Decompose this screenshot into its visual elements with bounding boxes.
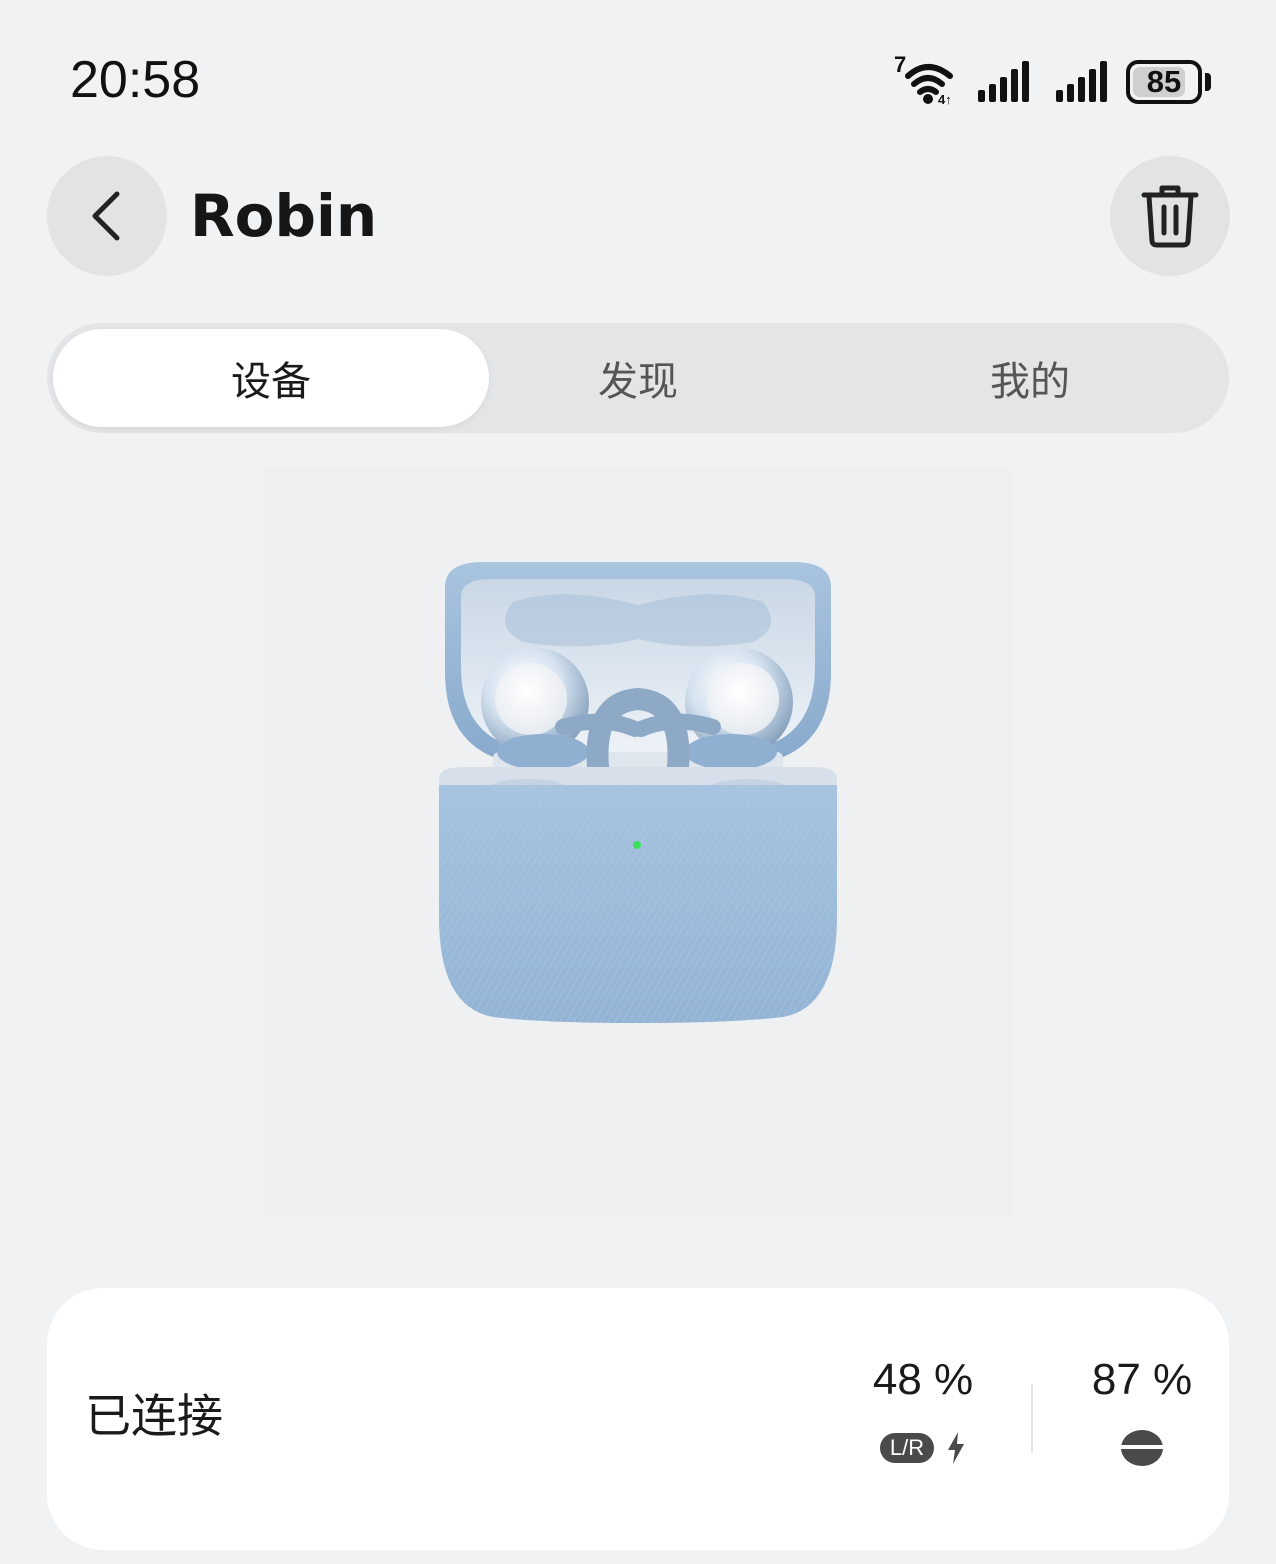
- tab-bar: 设备 发现 我的: [47, 323, 1229, 433]
- delete-button[interactable]: [1110, 156, 1230, 276]
- case-battery-value: 87 %: [1091, 1355, 1193, 1404]
- earbuds-battery: 48 % L/R: [838, 1352, 1008, 1468]
- chevron-left-icon: [92, 191, 120, 241]
- tab-discover[interactable]: 发现: [441, 323, 835, 433]
- trash-icon: [1141, 185, 1199, 248]
- tab-device[interactable]: 设备: [53, 329, 489, 427]
- left-earbud: [481, 648, 589, 770]
- lr-badge: L/R: [879, 1433, 935, 1463]
- status-icons: 7 4↑ 85: [894, 52, 1212, 108]
- lightning-icon: [948, 1432, 965, 1464]
- battery-icon: 85: [1126, 60, 1212, 104]
- status-time: 20:58: [70, 51, 201, 109]
- connection-status-card[interactable]: 已连接 48 % L/R 87 %: [47, 1288, 1229, 1550]
- wifi-icon: 7 4↑: [894, 52, 958, 108]
- battery-percent: 85: [1146, 64, 1182, 99]
- svg-text:4↑: 4↑: [938, 92, 952, 107]
- connection-status-label: 已连接: [85, 1389, 223, 1443]
- cellular-signal-icon: [976, 60, 1032, 104]
- divider: [1031, 1384, 1033, 1452]
- earbuds-battery-value: 48 %: [872, 1355, 974, 1404]
- wifi-badge: 7: [894, 52, 907, 77]
- status-led: [633, 841, 641, 849]
- cellular-signal-icon-2: [1054, 60, 1110, 104]
- back-button[interactable]: [47, 156, 167, 276]
- tab-mine[interactable]: 我的: [833, 323, 1227, 433]
- page-title: Robin: [190, 182, 378, 250]
- device-image: [263, 467, 1013, 1217]
- charging-case-icon: [1120, 1430, 1164, 1466]
- right-earbud: [685, 648, 793, 770]
- case-battery: 87 %: [1057, 1352, 1227, 1468]
- earbuds-case-illustration: [439, 562, 837, 1023]
